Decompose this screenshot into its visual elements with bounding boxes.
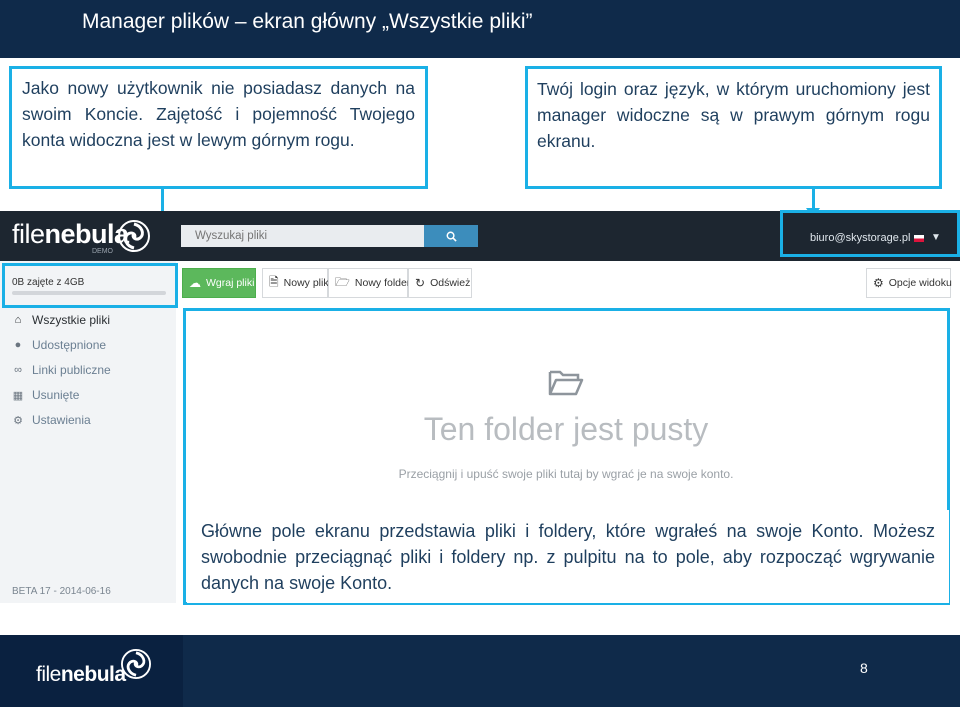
logo-part-file: file [12, 219, 45, 249]
search-input[interactable] [181, 225, 424, 247]
sidebar-item-shared[interactable]: ● Udostępnione [0, 333, 176, 357]
link-icon: ∞ [14, 364, 22, 376]
sidebar-item-label: Linki publiczne [32, 363, 111, 377]
gear-icon: ⚙ [873, 276, 884, 290]
slide-title: Manager plików – ekran główny „Wszystkie… [82, 10, 533, 33]
app-logo[interactable]: filenebula [12, 219, 129, 250]
refresh-icon: ↻ [415, 276, 426, 290]
new-file-button[interactable]: 🗎 Nowy plik [262, 268, 329, 298]
callout-quota-info: Jako nowy użytkownik nie posiadasz danyc… [9, 66, 428, 189]
slide-footer: filenebula 8 [0, 635, 960, 707]
version-label: BETA 17 - 2014-06-16 [12, 586, 111, 597]
sidebar-item-label: Usunięte [32, 388, 80, 402]
highlight-quota [2, 263, 178, 308]
footer-logo-part-file: file [36, 663, 61, 686]
slide-header: Manager plików – ekran główny „Wszystkie… [0, 0, 960, 58]
upload-button[interactable]: ☁ Wgraj pliki [182, 268, 256, 298]
highlight-user [780, 210, 960, 257]
refresh-button[interactable]: ↻ Odśwież [408, 268, 472, 298]
new-folder-button[interactable]: 🗁 Nowy folder [328, 268, 411, 298]
new-file-label: Nowy plik [283, 277, 329, 289]
upload-label: Wgraj pliki [206, 277, 255, 289]
sidebar-item-label: Udostępnione [32, 338, 107, 352]
cloud-upload-icon: ☁ [189, 276, 201, 290]
folder-icon: 🗁 [335, 274, 350, 289]
file-icon: 🗎 [269, 274, 279, 289]
trash-icon: ▦ [12, 389, 24, 402]
callout-main-area-info: Główne pole ekranu przedstawia pliki i f… [187, 510, 949, 603]
nebula-swirl-icon [118, 220, 150, 252]
view-options-button[interactable]: ⚙ Opcje widoku [866, 268, 952, 298]
view-options-label: Opcje widoku [888, 277, 952, 289]
footer-logo: filenebula [36, 663, 126, 687]
logo-demo-label: DEMO [92, 248, 113, 255]
sidebar-item-all-files[interactable]: ⌂ Wszystkie pliki [0, 308, 176, 332]
users-icon: ● [14, 339, 22, 351]
nebula-swirl-icon [121, 649, 151, 679]
callout-login-info: Twój login oraz język, w którym uruchomi… [525, 66, 942, 189]
search-icon [446, 231, 457, 242]
sidebar-item-deleted[interactable]: ▦ Usunięte [0, 383, 176, 407]
home-icon: ⌂ [14, 314, 22, 326]
logo-part-nebula: nebula [44, 219, 130, 249]
footer-logo-part-nebula: nebula [60, 663, 126, 686]
new-folder-label: Nowy folder [354, 277, 411, 289]
sidebar-item-public-links[interactable]: ∞ Linki publiczne [0, 358, 176, 382]
page-number: 8 [860, 660, 868, 676]
refresh-label: Odśwież [430, 277, 471, 289]
sidebar-item-label: Wszystkie pliki [32, 313, 111, 327]
search-button[interactable] [424, 225, 478, 247]
